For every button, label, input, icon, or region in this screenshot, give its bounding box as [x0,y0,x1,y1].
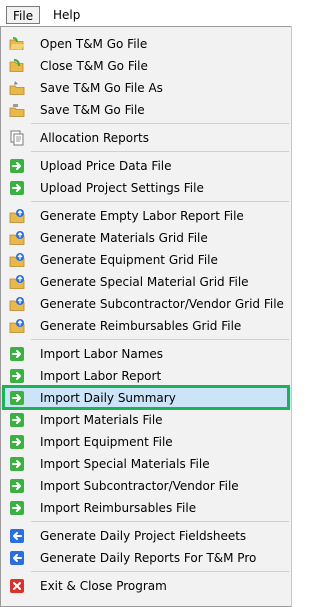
menu-item-label: Generate Reimbursables Grid File [40,319,242,333]
menu-item-label: Import Subcontractor/Vendor File [40,479,239,493]
menu-item-label: Upload Project Settings File [40,181,204,195]
green-arrow-right-icon [9,390,25,406]
menu-item-label: Generate Materials Grid File [40,231,208,245]
menu-item-label: Generate Equipment Grid File [40,253,218,267]
menu-item-label: Import Materials File [40,413,163,427]
green-arrow-right-icon [9,500,25,516]
menu-item-label: Import Labor Report [40,369,162,383]
green-arrow-right-icon [9,456,25,472]
menu-item-import-daily-summary[interactable]: Import Daily Summary [1,387,291,409]
menu-item-open-tandm-go-file[interactable]: Open T&M Go File [1,33,291,55]
file-menu-dropdown: Open T&M Go File Close T&M Go File Save T&… [0,26,292,607]
menu-item-label: Save T&M Go File As [40,81,163,95]
menu-item-label: Upload Price Data File [40,159,172,173]
folder-upload-icon [9,230,25,246]
green-arrow-right-icon [9,434,25,450]
menu-file[interactable]: File [6,6,41,24]
menu-item-label: Open T&M Go File [40,37,148,51]
menu-item-generate-daily-project-fieldsheets[interactable]: Generate Daily Project Fieldsheets [1,525,291,547]
menu-item-import-materials-file[interactable]: Import Materials File [1,409,291,431]
folder-upload-icon [9,318,25,334]
menu-item-import-special-materials-file[interactable]: Import Special Materials File [1,453,291,475]
menu-item-label: Import Special Materials File [40,457,210,471]
menu-item-generate-daily-reports-for-tandm-pro[interactable]: Generate Daily Reports For T&M Pro [1,547,291,569]
menu-help[interactable]: Help [47,6,86,24]
green-arrow-right-icon [9,158,25,174]
folder-close-icon [9,58,25,74]
menu-item-import-labor-report[interactable]: Import Labor Report [1,365,291,387]
menu-item-label: Close T&M Go File [40,59,148,73]
menu-item-import-reimbursables-file[interactable]: Import Reimbursables File [1,497,291,519]
menu-separator [31,151,289,152]
menu-shadow [291,26,292,607]
menu-item-generate-subcontractor-vendor-grid-file[interactable]: Generate Subcontractor/Vendor Grid File [1,293,291,315]
menu-item-close-tandm-go-file[interactable]: Close T&M Go File [1,55,291,77]
menu-separator [31,123,289,124]
menu-item-save-tandm-go-file[interactable]: Save T&M Go File [1,99,291,121]
menu-item-import-subcontractor-vendor-file[interactable]: Import Subcontractor/Vendor File [1,475,291,497]
green-arrow-right-icon [9,346,25,362]
menu-item-generate-empty-labor-report-file[interactable]: Generate Empty Labor Report File [1,205,291,227]
menu-item-label: Generate Daily Reports For T&M Pro [40,551,257,565]
menu-item-import-labor-names[interactable]: Import Labor Names [1,343,291,365]
green-arrow-right-icon [9,478,25,494]
blue-arrow-left-icon [9,550,25,566]
menu-item-label: Generate Subcontractor/Vendor Grid File [40,297,284,311]
menu-bar: File Help [0,0,292,26]
menu-item-label: Generate Empty Labor Report File [40,209,244,223]
red-close-icon [9,578,25,594]
document-copy-icon [9,130,25,146]
green-arrow-right-icon [9,180,25,196]
blue-arrow-left-icon [9,528,25,544]
green-arrow-right-icon [9,412,25,428]
menu-item-label: Import Equipment File [40,435,173,449]
menu-item-label: Allocation Reports [40,131,150,145]
menu-separator [31,521,289,522]
menu-item-generate-equipment-grid-file[interactable]: Generate Equipment Grid File [1,249,291,271]
menu-item-generate-reimbursables-grid-file[interactable]: Generate Reimbursables Grid File [1,315,291,337]
menu-item-upload-price-data-file[interactable]: Upload Price Data File [1,155,291,177]
menu-item-label: Import Reimbursables File [40,501,197,515]
menu-item-label: Generate Daily Project Fieldsheets [40,529,247,543]
folder-open-icon [9,36,25,52]
menu-item-allocation-reports[interactable]: Allocation Reports [1,127,291,149]
menu-item-save-tandm-go-file-as[interactable]: Save T&M Go File As [1,77,291,99]
menu-item-generate-materials-grid-file[interactable]: Generate Materials Grid File [1,227,291,249]
menu-item-exit-and-close-program[interactable]: Exit & Close Program [1,575,291,597]
folder-save-icon [9,102,25,118]
menu-item-label: Exit & Close Program [40,579,167,593]
menu-item-generate-special-material-grid-file[interactable]: Generate Special Material Grid File [1,271,291,293]
folder-upload-icon [9,208,25,224]
menu-separator [31,339,289,340]
folder-upload-icon [9,296,25,312]
menu-item-label: Import Labor Names [40,347,164,361]
menu-item-import-equipment-file[interactable]: Import Equipment File [1,431,291,453]
menu-item-upload-project-settings-file[interactable]: Upload Project Settings File [1,177,291,199]
menu-item-label: Import Daily Summary [40,391,176,405]
menu-separator [31,201,289,202]
folder-upload-icon [9,274,25,290]
menu-item-label: Generate Special Material Grid File [40,275,249,289]
folder-save-as-icon [9,80,25,96]
menu-item-label: Save T&M Go File [40,103,145,117]
folder-upload-icon [9,252,25,268]
green-arrow-right-icon [9,368,25,384]
menu-separator [31,571,289,572]
